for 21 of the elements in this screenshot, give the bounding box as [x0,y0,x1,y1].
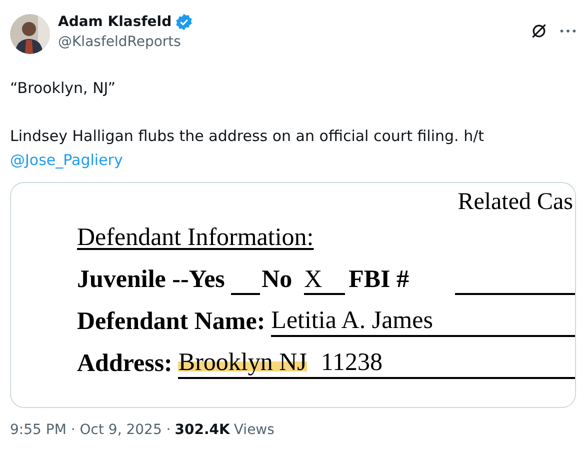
avatar[interactable] [10,14,50,54]
form-value: 11238 [320,349,382,377]
form-label: Address: [77,349,172,379]
form-label: FBI # [348,265,409,295]
timestamp[interactable]: 9:55 PM · Oct 9, 2025 · [10,422,171,438]
author-handle[interactable]: @KlasfeldReports [58,32,522,52]
form-value: X [304,267,345,295]
document-header: Related Cas [458,188,573,217]
more-icon[interactable] [560,29,576,33]
tweet-text: “Brooklyn, NJ” [10,78,117,99]
slashed-circle-icon[interactable] [530,22,548,40]
form-label: No [262,265,292,295]
author-name[interactable]: Adam Klasfeld [58,12,172,32]
form-value: Letitia A. James [271,307,433,335]
document-heading: Defendant Information: [77,223,314,253]
form-label: Juvenile --Yes [77,265,225,295]
form-label: Defendant Name: [77,307,266,337]
views-label: Views [234,422,274,438]
document-image[interactable]: Related Cas Defendant Information: Juvenile --Yes No X FBI # Defendant Name: Letitia A. James Address: Brooklyn NJ 11238 [10,182,576,408]
views-count: 302.4K [174,422,230,438]
tweet-text: Lindsey Halligan flubs the address on an official court filing. h/t @Jose_Pagliery [10,126,486,171]
